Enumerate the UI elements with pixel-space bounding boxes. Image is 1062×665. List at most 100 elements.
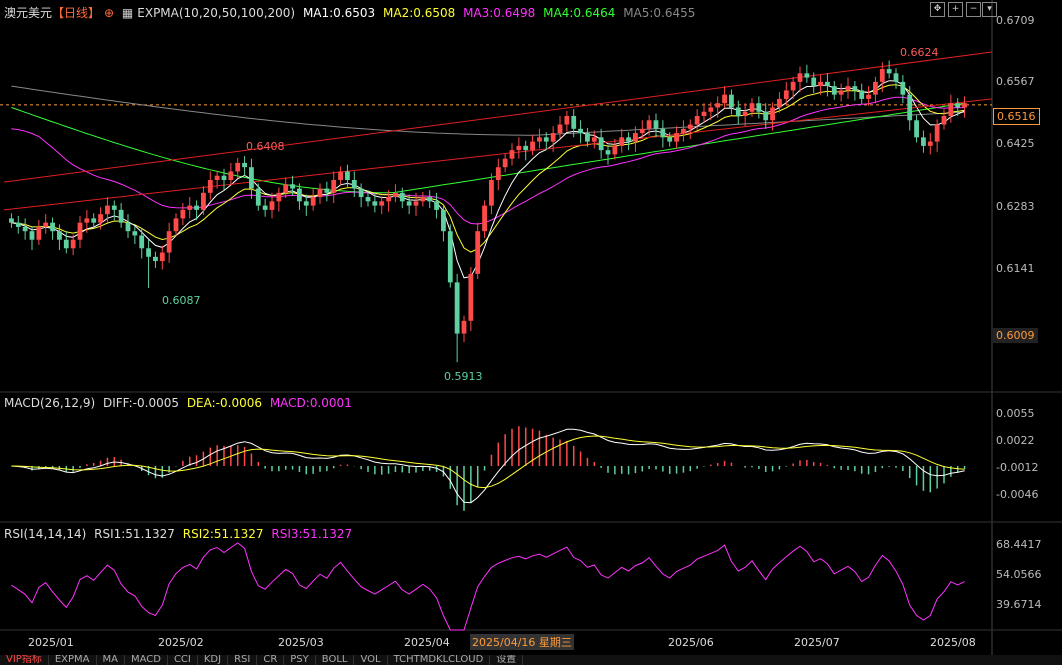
tab-vip[interactable]: VIP指标 [0,655,49,665]
candle-body [441,209,446,232]
candle-body [598,137,604,151]
tab-cci[interactable]: CCI [168,655,198,665]
candle-body [317,188,323,198]
tab-macd[interactable]: MACD [125,655,168,665]
candle-body [276,192,282,202]
candle-body [386,197,391,202]
candle-body [578,128,583,134]
candle-body [242,162,247,168]
ma3-line [11,96,965,225]
tab-settings[interactable]: 设置 [490,655,524,665]
tab-cr[interactable]: CR [257,655,285,665]
price-axis-3: 0.6425 [996,137,1035,150]
candle-body [91,218,97,223]
candle-body [667,137,673,142]
candle-body [886,69,892,74]
candle-body [537,137,542,142]
crosshair-icon[interactable]: ✥ [930,2,945,17]
candle-body [852,86,858,91]
candle-body [331,180,337,193]
candle-body [804,73,810,78]
candle-body [269,201,275,210]
midhigh-annotation: 0.6408 [246,140,285,153]
candle-body [907,94,913,121]
candle-body [729,94,734,108]
low2-annotation: 0.5913 [444,370,483,383]
candle-body [461,320,467,334]
indicator-tab-bar: VIP指标 EXPMA MA MACD CCI KDJ RSI CR PSY B… [0,655,1062,665]
candle-body [372,201,378,206]
candle-body [557,124,563,134]
macd-diff: DIFF:-0.0005 [102,396,179,410]
candle-body [406,201,412,206]
candle-body [585,133,590,142]
candle-body [379,201,385,206]
period-label[interactable]: 【日线】 [52,6,100,20]
candle-body [681,128,686,134]
candle-body [756,103,762,112]
candle-body [262,205,268,210]
tab-ma[interactable]: MA [97,655,125,665]
candle-body [564,116,570,125]
candle-body [77,222,83,240]
candle-body [413,201,419,206]
candle-body [36,226,42,240]
chart-icon[interactable]: ▦ [122,6,133,20]
candle-body [358,188,364,198]
candle-body [633,133,638,142]
settings-icon[interactable]: ⊕ [104,6,114,20]
ma4-label: MA4:0.6464 [543,6,616,20]
candle-body [454,282,460,334]
candle-body [201,192,206,210]
candle-body [626,137,631,142]
candle-body [495,167,501,180]
candle-body [166,231,172,253]
candle-body [955,103,961,108]
candle-body [825,81,830,87]
tab-kdj[interactable]: KDJ [198,655,229,665]
candle-body [777,98,782,108]
candle-body [948,103,954,116]
candle-body [722,94,727,104]
zoom-out-icon[interactable]: − [966,2,981,17]
rsi-line [11,542,965,631]
candle-body [98,214,103,223]
rsi-axis-3: 39.6714 [996,598,1042,611]
rsi1-value: RSI1:51.1327 [94,527,175,541]
tab-rsi[interactable]: RSI [228,655,258,665]
candle-body [735,107,741,116]
candle-body [434,201,439,210]
tab-boll[interactable]: BOLL [316,655,355,665]
candle-body [790,81,796,91]
candle-body [468,273,474,321]
price-axis-4: 0.6283 [996,200,1035,213]
candle-body [502,158,508,168]
candle-body [146,248,151,257]
candle-body [797,73,803,82]
ma1-label: MA1:0.6503 [302,6,376,20]
candle-body [653,120,659,129]
ma2-label: MA2:0.6508 [383,6,456,20]
candle-body [591,137,597,142]
tab-vol[interactable]: VOL [354,655,388,665]
candle-body [687,124,693,129]
ma2-line [11,84,965,253]
zoom-in-icon[interactable]: + [948,2,963,17]
candle-body [173,218,179,232]
candle-body [235,162,241,172]
candle-body [873,81,878,95]
candle-body [783,90,789,99]
candle-body [214,175,220,180]
tab-psy[interactable]: PSY [284,655,316,665]
candle-body [639,128,645,134]
more-icon[interactable]: ▾ [982,2,997,17]
candle-body [742,111,748,116]
tab-cloud[interactable]: TCHTMDKLCLOUD [388,655,491,665]
chart-canvas[interactable] [0,0,1062,665]
macd-title: MACD(26,12,9) [4,396,96,410]
candle-body [962,103,967,108]
x-axis-aug: 2025/08 [930,636,976,649]
candle-body [221,175,227,180]
tab-expma[interactable]: EXPMA [49,655,97,665]
ma3-label: MA3:0.6498 [463,6,536,20]
